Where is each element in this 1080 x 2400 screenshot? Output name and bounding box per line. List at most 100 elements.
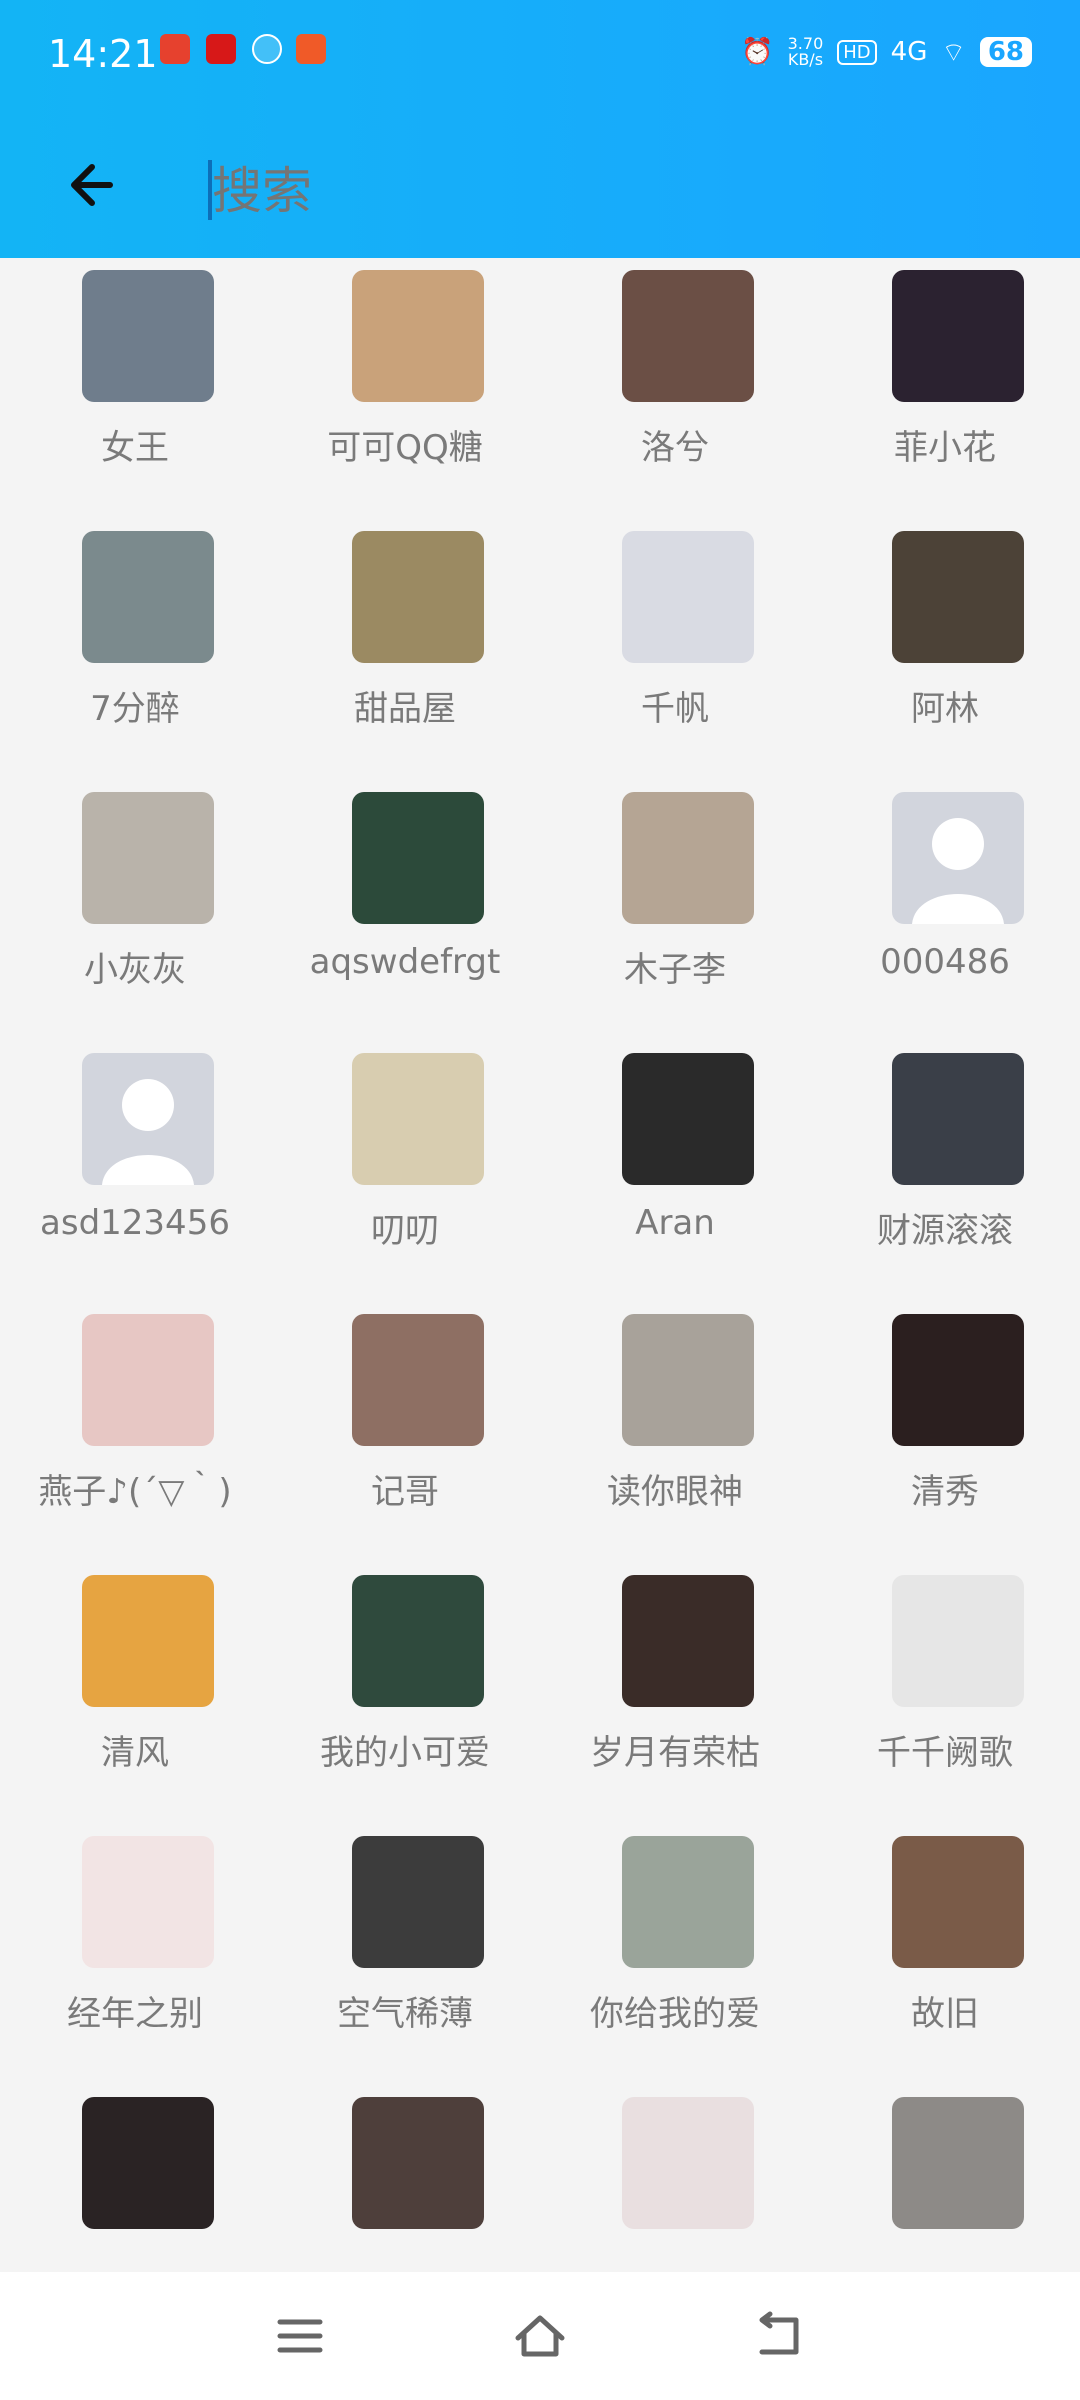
contact-name: 经年之别 bbox=[67, 1994, 203, 2034]
alarm-icon: ⏰ bbox=[741, 37, 774, 67]
avatar bbox=[352, 270, 484, 402]
avatar bbox=[892, 1836, 1024, 1968]
avatar bbox=[352, 1314, 484, 1446]
contact-name: 千千阙歌 bbox=[877, 1733, 1013, 1773]
contact-name: 木子李 bbox=[624, 950, 726, 990]
hd-badge: HD bbox=[837, 39, 877, 65]
back-arrow-icon[interactable] bbox=[60, 150, 130, 220]
status-bar: 14:21 ⏰ 3.70 KB/s HD 4G ⌔ 68 bbox=[0, 20, 1080, 90]
avatar bbox=[622, 2097, 754, 2229]
avatar bbox=[892, 531, 1024, 663]
contact-name: 晦气! bbox=[540, 2247, 810, 2256]
contact-name: aqswdefrgt bbox=[309, 942, 501, 982]
status-time: 14:21 bbox=[48, 32, 158, 76]
contact-item[interactable]: 菲小花 bbox=[810, 258, 1080, 519]
contact-item[interactable]: 清秀 bbox=[810, 1302, 1080, 1563]
contact-item[interactable]: 千帆 bbox=[540, 519, 810, 780]
contact-name: 燕子♪(´▽｀) bbox=[38, 1472, 232, 1512]
contact-item[interactable]: Aran bbox=[540, 1041, 810, 1302]
avatar bbox=[82, 1836, 214, 1968]
contact-item[interactable]: 小灰灰 bbox=[0, 780, 270, 1041]
contact-item[interactable]: 阿林 bbox=[810, 519, 1080, 780]
contact-name: 我的小可爱 bbox=[320, 1733, 490, 1773]
contact-name: 遇见你真好 bbox=[0, 2247, 270, 2256]
avatar bbox=[622, 531, 754, 663]
contact-name: Queen、佐 bbox=[810, 2247, 1080, 2256]
listen-icon bbox=[296, 34, 326, 64]
avatar bbox=[622, 1836, 754, 1968]
contact-item[interactable]: 读你眼神 bbox=[540, 1302, 810, 1563]
contact-item[interactable]: 经年之别 bbox=[0, 1824, 270, 2085]
contact-item[interactable]: 000486 bbox=[810, 780, 1080, 1041]
contact-name: 读你眼神 bbox=[607, 1472, 743, 1512]
contact-name: 000486 bbox=[880, 942, 1010, 982]
search-input[interactable] bbox=[210, 150, 1014, 232]
avatar bbox=[82, 792, 214, 924]
qq-icon bbox=[206, 34, 236, 64]
contact-name: 空气稀薄 bbox=[337, 1994, 473, 2034]
contact-item[interactable]: 空气稀薄 bbox=[270, 1824, 540, 2085]
contact-item[interactable]: 木子李 bbox=[540, 780, 810, 1041]
contact-name: Aran bbox=[635, 1203, 715, 1243]
contact-name: 7分醉 bbox=[90, 689, 180, 729]
contact-item[interactable]: 女王 bbox=[0, 258, 270, 519]
contact-name: 念念不忘的是... bbox=[270, 2247, 540, 2256]
avatar bbox=[352, 1575, 484, 1707]
menu-icon[interactable] bbox=[272, 2308, 328, 2364]
contact-name: 女王 bbox=[101, 428, 169, 468]
weibo-icon bbox=[160, 34, 190, 64]
contact-item[interactable]: 故旧 bbox=[810, 1824, 1080, 2085]
contact-item[interactable]: 岁月有荣枯 bbox=[540, 1563, 810, 1824]
avatar bbox=[892, 1053, 1024, 1185]
avatar bbox=[82, 531, 214, 663]
app-header: 14:21 ⏰ 3.70 KB/s HD 4G ⌔ 68 bbox=[0, 0, 1080, 258]
contact-item[interactable]: 念念不忘的是... bbox=[270, 2085, 540, 2256]
contact-item[interactable]: aqswdefrgt bbox=[270, 780, 540, 1041]
contact-name: asd123456 bbox=[40, 1203, 230, 1243]
avatar bbox=[82, 1575, 214, 1707]
avatar bbox=[352, 2097, 484, 2229]
contact-item[interactable]: 财源滚滚 bbox=[810, 1041, 1080, 1302]
contact-name: 记哥 bbox=[371, 1472, 439, 1512]
contact-name: 故旧 bbox=[911, 1994, 979, 2034]
contact-name: 你给我的爱 bbox=[590, 1994, 760, 2034]
contact-item[interactable]: 千千阙歌 bbox=[810, 1563, 1080, 1824]
contact-name: 甜品屋 bbox=[354, 689, 456, 729]
contact-name: 清秀 bbox=[911, 1472, 979, 1512]
bottom-nav bbox=[0, 2272, 1080, 2400]
contact-grid: 女王 可可QQ糖 洛兮 菲小花 7分醉 甜品屋 千帆 阿林小灰灰 aqswdefrgt 木子李 00… bbox=[0, 258, 1080, 2256]
avatar bbox=[352, 792, 484, 924]
contact-item[interactable]: 甜品屋 bbox=[270, 519, 540, 780]
contact-name: 叨叨 bbox=[371, 1211, 439, 1251]
contact-item[interactable]: 清风 bbox=[0, 1563, 270, 1824]
contact-item[interactable]: 可可QQ糖 bbox=[270, 258, 540, 519]
contact-item[interactable]: Queen、佐 bbox=[810, 2085, 1080, 2256]
contact-item[interactable]: 燕子♪(´▽｀) bbox=[0, 1302, 270, 1563]
contact-name: 小灰灰 bbox=[84, 950, 186, 990]
contact-name: 洛兮 bbox=[641, 428, 709, 468]
contact-item[interactable]: 你给我的爱 bbox=[540, 1824, 810, 2085]
contact-name: 千帆 bbox=[641, 689, 709, 729]
contact-item[interactable]: 晦气! bbox=[540, 2085, 810, 2256]
contact-item[interactable]: 记哥 bbox=[270, 1302, 540, 1563]
avatar bbox=[82, 1314, 214, 1446]
contact-item[interactable]: 洛兮 bbox=[540, 258, 810, 519]
avatar bbox=[892, 1575, 1024, 1707]
home-icon[interactable] bbox=[512, 2308, 568, 2364]
contact-item[interactable]: 遇见你真好 bbox=[0, 2085, 270, 2256]
contact-item[interactable]: 叨叨 bbox=[270, 1041, 540, 1302]
avatar bbox=[82, 1053, 214, 1185]
network-speed: 3.70 KB/s bbox=[787, 34, 824, 69]
avatar bbox=[352, 1836, 484, 1968]
avatar bbox=[892, 792, 1024, 924]
avatar bbox=[622, 1053, 754, 1185]
avatar bbox=[892, 270, 1024, 402]
back-icon[interactable] bbox=[752, 2308, 808, 2364]
contact-name: 清风 bbox=[101, 1733, 169, 1773]
contact-name: 阿林 bbox=[911, 689, 979, 729]
contact-item[interactable]: asd123456 bbox=[0, 1041, 270, 1302]
contact-item[interactable]: 我的小可爱 bbox=[270, 1563, 540, 1824]
avatar bbox=[892, 1314, 1024, 1446]
system-icons: ⏰ 3.70 KB/s HD 4G ⌔ 68 bbox=[741, 32, 1032, 72]
contact-item[interactable]: 7分醉 bbox=[0, 519, 270, 780]
